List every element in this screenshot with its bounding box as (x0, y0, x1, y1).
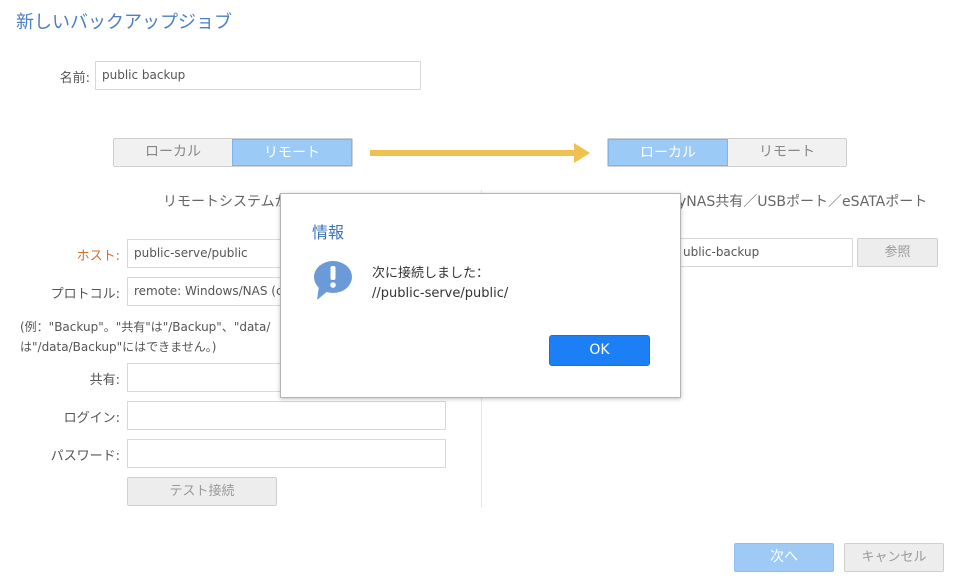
note-line-2: は"/data/Backup"にはできません。) (20, 340, 217, 354)
destination-toggle: ローカル リモート (607, 138, 847, 167)
source-subtitle: リモートシステムか (163, 194, 289, 210)
source-remote-option[interactable]: リモート (232, 139, 352, 166)
protocol-label: プロトコル: (50, 287, 120, 302)
password-input[interactable] (127, 439, 446, 468)
share-input[interactable] (127, 363, 297, 392)
protocol-select[interactable]: remote: Windows/NAS (c (127, 277, 297, 306)
destination-subtitle: yNAS共有／USBポート／eSATAポート (678, 194, 928, 210)
note-line-1: (例："Backup"。"共有"は"/Backup"、"data/ (20, 320, 271, 334)
host-input[interactable]: public-serve/public (127, 239, 297, 268)
test-connection-button[interactable]: テスト接続 (127, 477, 277, 506)
destination-path-input[interactable]: ublic-backup (676, 238, 853, 267)
share-label: 共有: (89, 373, 120, 388)
info-speech-bubble-icon (314, 261, 352, 300)
share-example-note: (例："Backup"。"共有"は"/Backup"、"data/ は"/dat… (20, 317, 270, 357)
dest-remote-option[interactable]: リモート (728, 139, 846, 166)
dialog-title: 情報 (312, 223, 345, 242)
source-local-option[interactable]: ローカル (114, 139, 232, 166)
dialog-message: 次に接続しました： //public-serve/public/ (372, 264, 508, 304)
next-button[interactable]: 次へ (734, 543, 834, 572)
name-input[interactable]: public backup (95, 61, 421, 90)
login-input[interactable] (127, 401, 446, 430)
dialog-message-line-2: //public-serve/public/ (372, 286, 509, 301)
host-label: ホスト: (76, 249, 120, 264)
dest-local-option[interactable]: ローカル (608, 139, 728, 166)
browse-button[interactable]: 参照 (857, 238, 938, 267)
info-dialog: 情報 次に接続しました： //public-serve/public/ OK (280, 193, 681, 398)
cancel-button[interactable]: キャンセル (844, 543, 944, 572)
name-label: 名前: (59, 71, 90, 86)
direction-arrow-icon (370, 143, 590, 163)
source-toggle: ローカル リモート (113, 138, 353, 167)
password-label: パスワード: (50, 449, 120, 464)
page-title: 新しいバックアップジョブ (16, 12, 232, 33)
login-label: ログイン: (63, 411, 120, 426)
dialog-message-line-1: 次に接続しました： (372, 266, 490, 281)
ok-button[interactable]: OK (549, 335, 650, 366)
